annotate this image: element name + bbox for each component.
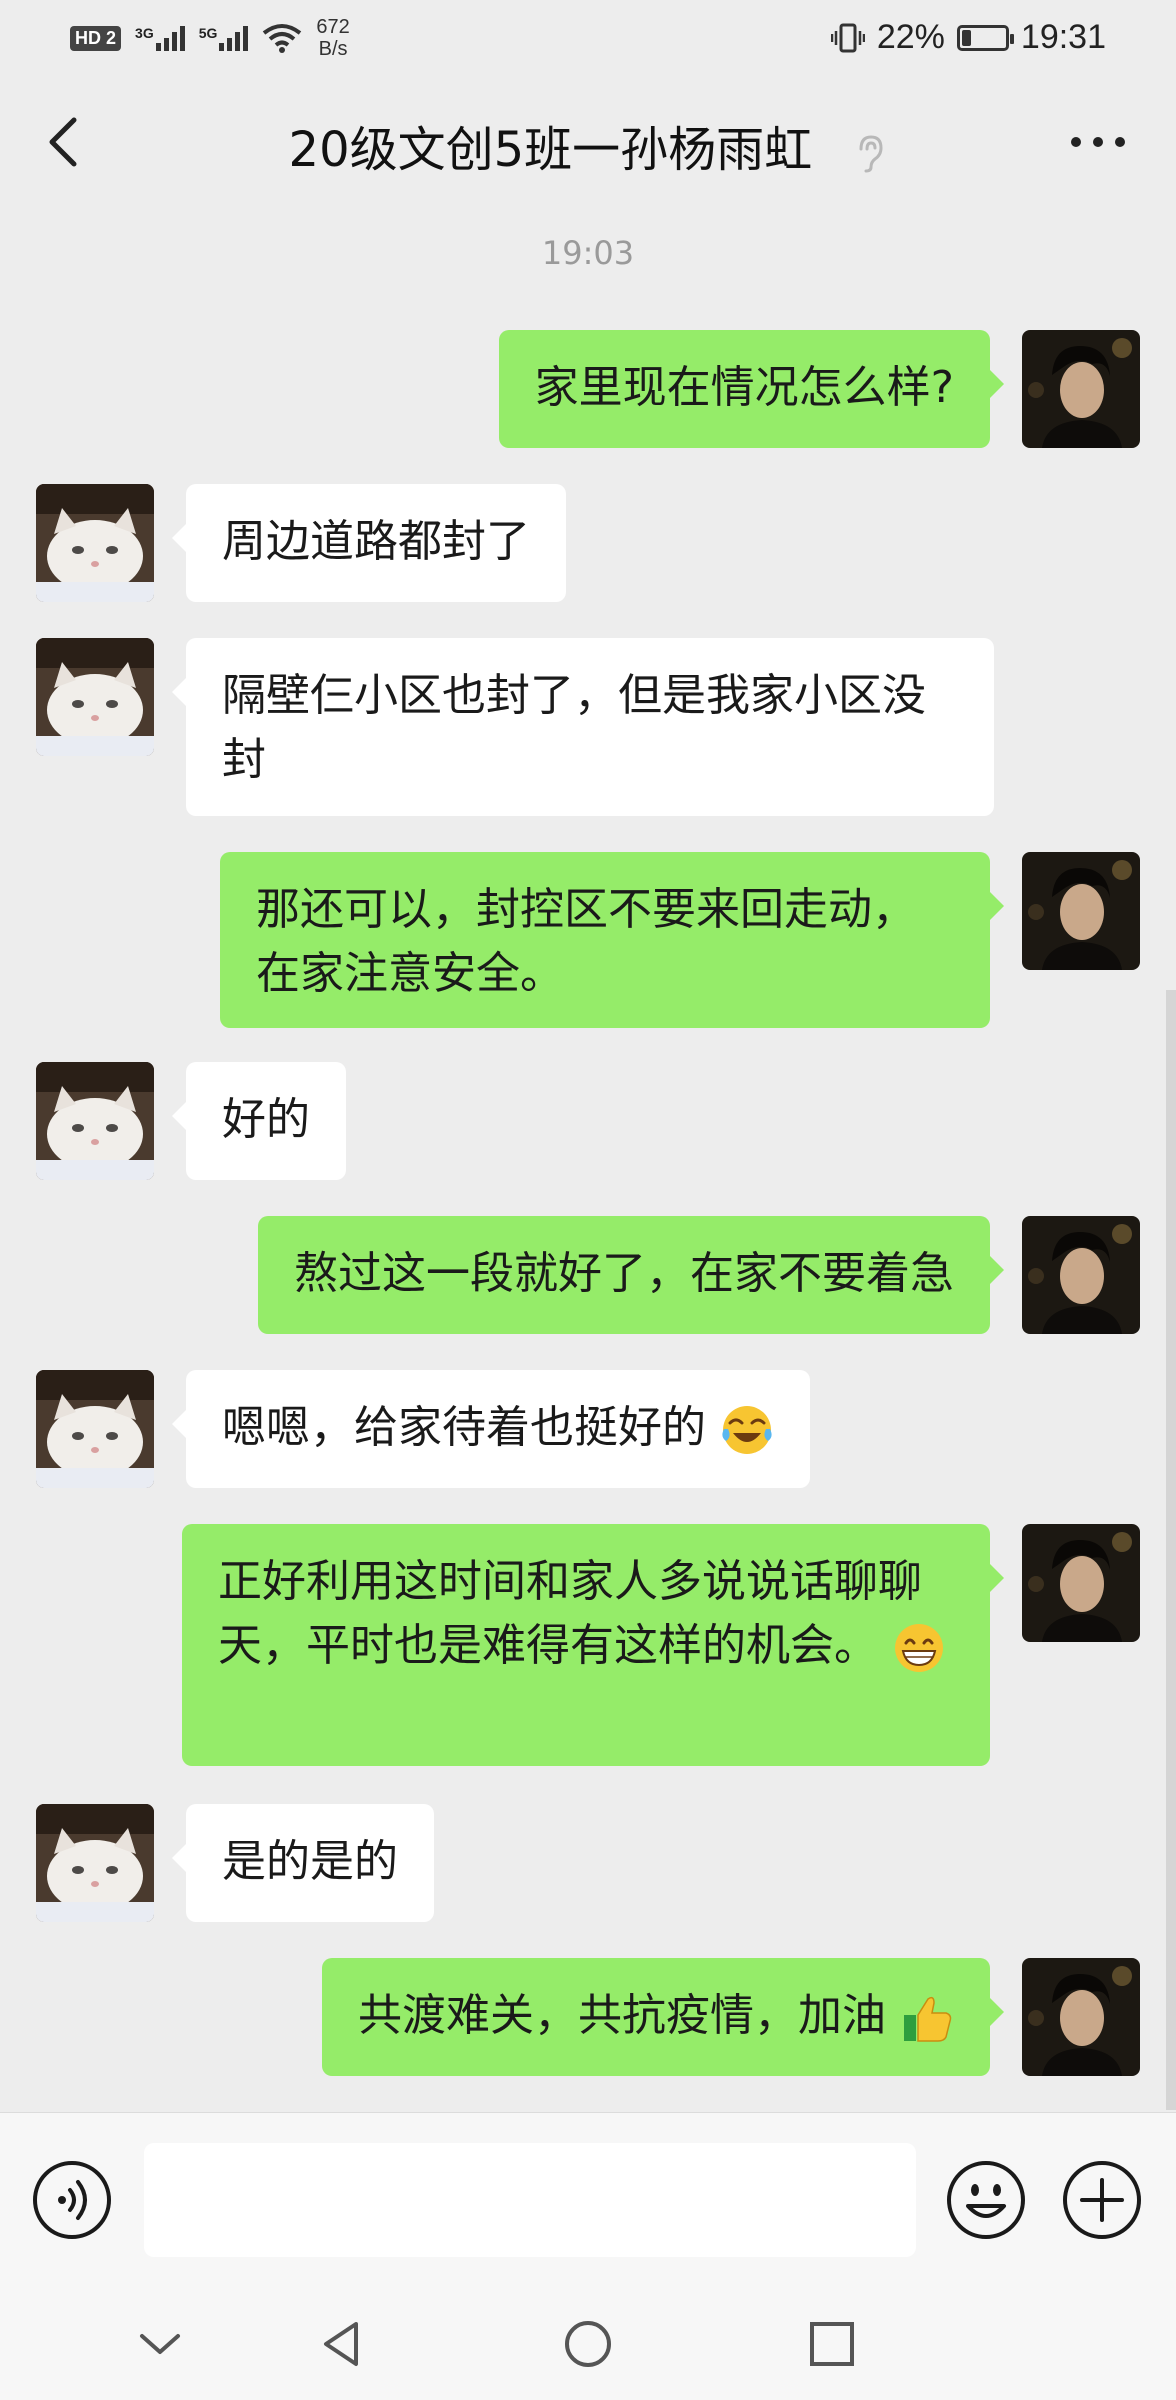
message-input[interactable]	[144, 2143, 916, 2257]
scrollbar[interactable]	[1166, 990, 1176, 2110]
plus-icon[interactable]	[1060, 2158, 1144, 2242]
battery-percent: 22%	[876, 18, 945, 56]
avatar-photo	[36, 1804, 154, 1922]
vibrate-icon	[830, 23, 865, 52]
input-bar	[0, 2112, 1176, 2288]
message-bubble[interactable]: 是的是的	[172, 1804, 434, 1922]
battery-icon	[956, 24, 1014, 51]
avatar-photo	[1022, 1524, 1140, 1642]
avatar-photo	[1022, 1958, 1140, 2076]
avatar[interactable]	[36, 638, 154, 756]
message-timestamp: 19:03	[541, 234, 635, 272]
network-speed: 672 B/s	[316, 16, 350, 60]
avatar-photo	[36, 1370, 154, 1488]
home-circle-icon[interactable]	[558, 2314, 618, 2374]
chat-title: 20级文创5班一孙杨雨虹	[0, 110, 1176, 180]
avatar[interactable]	[1022, 330, 1140, 448]
hd-badge: HD 2	[70, 25, 122, 51]
clock: 19:31	[1020, 18, 1106, 56]
signal-icon-5g: 5G	[199, 25, 249, 51]
avatar-photo	[1022, 330, 1140, 448]
grin-emoji	[895, 1624, 943, 1672]
avatar-photo	[36, 1062, 154, 1180]
avatar-photo	[1022, 1216, 1140, 1334]
avatar-photo	[1022, 852, 1140, 970]
avatar[interactable]	[36, 1062, 154, 1180]
ear-icon	[859, 135, 883, 173]
message-bubble[interactable]: 那还可以，封控区不要来回走动，在家注意安全。	[220, 852, 1004, 1028]
wifi-icon	[263, 24, 302, 53]
avatar[interactable]	[36, 1804, 154, 1922]
avatar[interactable]	[1022, 852, 1140, 970]
voice-icon[interactable]	[30, 2158, 114, 2242]
message-bubble[interactable]: 共渡难关，共抗疫情，加油	[322, 1958, 1004, 2076]
avatar[interactable]	[36, 1370, 154, 1488]
message-bubble[interactable]: 嗯嗯，给家待着也挺好的	[172, 1370, 810, 1488]
thumbs-up-emoji	[904, 1996, 952, 2042]
message-bubble[interactable]: 隔壁仨小区也封了，但是我家小区没封	[172, 638, 994, 816]
more-icon[interactable]	[1066, 124, 1130, 160]
status-bar: HD 2 3G 5G 672 B/s 22% 19:31	[0, 0, 1176, 72]
signal-icon-3g: 3G	[135, 25, 185, 51]
message-bubble[interactable]: 好的	[172, 1062, 346, 1180]
emoji-icon[interactable]	[944, 2158, 1028, 2242]
message-bubble[interactable]: 周边道路都封了	[172, 484, 566, 602]
message-bubble[interactable]: 正好利用这时间和家人多说说话聊聊天，平时也是难得有这样的机会。	[182, 1524, 1004, 1766]
avatar-photo	[36, 638, 154, 756]
back-triangle-icon[interactable]	[312, 2314, 372, 2374]
message-bubble[interactable]: 家里现在情况怎么样?	[498, 330, 1005, 448]
avatar[interactable]	[1022, 1524, 1140, 1642]
avatar-photo	[36, 484, 154, 602]
chevron-down-icon[interactable]	[130, 2314, 190, 2374]
system-nav-bar	[0, 2288, 1176, 2400]
avatar[interactable]	[1022, 1958, 1140, 2076]
chat-title-text: 20级文创5班一孙杨雨虹	[288, 122, 813, 178]
chat-header: 20级文创5班一孙杨雨虹	[0, 72, 1176, 218]
laugh-cry-emoji	[722, 1406, 772, 1454]
message-bubble[interactable]: 熬过这一段就好了，在家不要着急	[258, 1216, 1004, 1334]
avatar[interactable]	[1022, 1216, 1140, 1334]
recents-square-icon[interactable]	[802, 2314, 862, 2374]
avatar[interactable]	[36, 484, 154, 602]
